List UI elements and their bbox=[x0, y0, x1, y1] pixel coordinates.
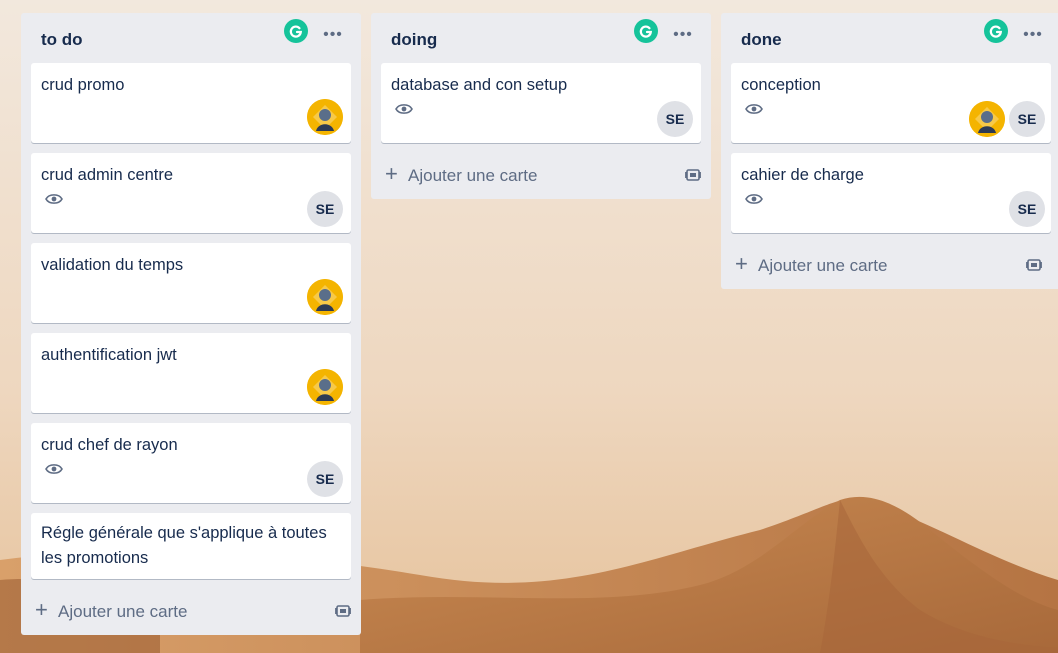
more-icon[interactable]: ••• bbox=[321, 27, 345, 47]
card[interactable]: cahier de charge SE bbox=[731, 153, 1051, 233]
list-to-do: to do ••• crud promo crud admin centre S… bbox=[21, 13, 361, 635]
card-template-icon[interactable] bbox=[1026, 257, 1042, 273]
grammarly-icon[interactable] bbox=[634, 19, 658, 43]
card[interactable]: crud chef de rayon SE bbox=[31, 423, 351, 503]
list-header: doing ••• bbox=[381, 13, 701, 63]
card-badges bbox=[41, 192, 341, 214]
card[interactable]: conception SE bbox=[731, 63, 1051, 143]
card-template-icon[interactable] bbox=[685, 167, 701, 183]
list-doing: doing ••• database and con setup SE + Aj… bbox=[371, 13, 711, 199]
card-members bbox=[307, 369, 343, 405]
card-members: SE bbox=[969, 101, 1045, 137]
add-card-label: Ajouter une carte bbox=[58, 602, 188, 621]
avatar[interactable]: SE bbox=[307, 191, 343, 227]
grammarly-icon[interactable] bbox=[284, 19, 308, 43]
plus-icon: + bbox=[385, 161, 398, 186]
card-members bbox=[307, 99, 343, 135]
add-card-label: Ajouter une carte bbox=[408, 166, 538, 185]
card-template-icon[interactable] bbox=[335, 603, 351, 619]
more-icon[interactable]: ••• bbox=[1021, 27, 1045, 47]
add-card-button[interactable]: + Ajouter une carte bbox=[371, 153, 711, 197]
list-title[interactable]: doing bbox=[391, 30, 437, 50]
eye-icon bbox=[745, 104, 763, 114]
card-title: crud promo bbox=[41, 76, 125, 94]
card-members: SE bbox=[657, 101, 693, 137]
card-members: SE bbox=[1009, 191, 1045, 227]
list-title[interactable]: to do bbox=[41, 30, 83, 50]
card-title: crud chef de rayon bbox=[41, 436, 178, 454]
card[interactable]: crud promo bbox=[31, 63, 351, 143]
avatar[interactable] bbox=[307, 369, 343, 405]
list-done: done ••• conception SE cahier de charge bbox=[721, 13, 1058, 289]
board: to do ••• crud promo crud admin centre S… bbox=[0, 0, 1058, 653]
plus-icon: + bbox=[35, 597, 48, 622]
card[interactable]: crud admin centre SE bbox=[31, 153, 351, 233]
card-title: validation du temps bbox=[41, 256, 184, 274]
list-header: done ••• bbox=[731, 13, 1048, 63]
card-title: Régle générale que s'applique à toutes l… bbox=[41, 524, 327, 567]
card-badges bbox=[391, 102, 691, 124]
avatar[interactable] bbox=[307, 279, 343, 315]
eye-icon bbox=[745, 194, 763, 204]
card-title: crud admin centre bbox=[41, 166, 174, 184]
list-header: to do ••• bbox=[31, 13, 351, 63]
grammarly-icon[interactable] bbox=[984, 19, 1008, 43]
plus-icon: + bbox=[735, 251, 748, 276]
card-title: conception bbox=[741, 76, 821, 94]
card-members: SE bbox=[307, 191, 343, 227]
card-members: SE bbox=[307, 461, 343, 497]
add-card-label: Ajouter une carte bbox=[758, 256, 888, 275]
eye-icon bbox=[45, 464, 63, 474]
avatar[interactable] bbox=[969, 101, 1005, 137]
add-card-button[interactable]: + Ajouter une carte bbox=[21, 589, 361, 633]
card-badges bbox=[741, 192, 1041, 214]
avatar[interactable]: SE bbox=[1009, 191, 1045, 227]
card[interactable]: Régle générale que s'applique à toutes l… bbox=[31, 513, 351, 579]
avatar[interactable]: SE bbox=[307, 461, 343, 497]
more-icon[interactable]: ••• bbox=[671, 27, 695, 47]
card-title: database and con setup bbox=[391, 76, 568, 94]
avatar[interactable]: SE bbox=[1009, 101, 1045, 137]
card-title: cahier de charge bbox=[741, 166, 864, 184]
avatar[interactable]: SE bbox=[657, 101, 693, 137]
card[interactable]: database and con setup SE bbox=[381, 63, 701, 143]
avatar[interactable] bbox=[307, 99, 343, 135]
eye-icon bbox=[395, 104, 413, 114]
add-card-button[interactable]: + Ajouter une carte bbox=[721, 243, 1058, 287]
eye-icon bbox=[45, 194, 63, 204]
card[interactable]: authentification jwt bbox=[31, 333, 351, 413]
card-title: authentification jwt bbox=[41, 346, 177, 364]
card[interactable]: validation du temps bbox=[31, 243, 351, 323]
card-members bbox=[307, 279, 343, 315]
card-badges bbox=[41, 462, 341, 484]
list-title[interactable]: done bbox=[741, 30, 782, 50]
